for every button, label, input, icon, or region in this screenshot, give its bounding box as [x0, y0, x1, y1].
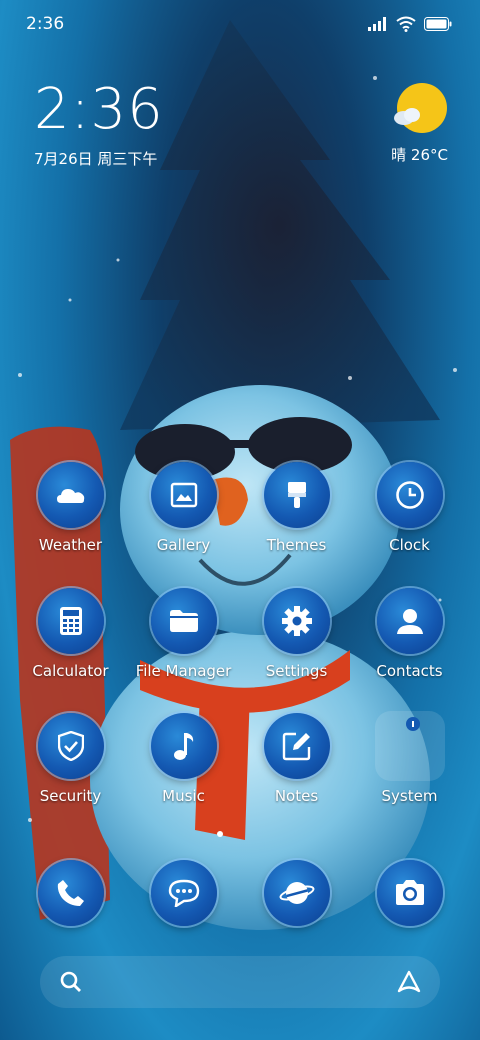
app-label: Gallery	[156, 536, 211, 554]
app-calculator[interactable]: Calculator	[14, 588, 127, 698]
app-contacts[interactable]: Contacts	[353, 588, 466, 698]
app-calculator-icon-bg	[37, 588, 104, 654]
search-icon[interactable]	[60, 971, 82, 993]
app-label: File Manager	[135, 662, 232, 680]
edit-icon	[282, 732, 310, 761]
status-bar: 2:36	[0, 0, 480, 50]
music-note-icon	[173, 733, 193, 760]
dock-camera[interactable]	[353, 860, 466, 930]
person-icon	[396, 609, 423, 634]
app-label: Themes	[266, 536, 327, 554]
app-contacts-icon-bg	[376, 588, 443, 654]
app-label: System	[381, 787, 438, 805]
calculator-icon	[59, 607, 82, 635]
app-security[interactable]: Security	[14, 713, 127, 823]
gear-icon	[281, 606, 312, 636]
folder-box	[374, 711, 445, 781]
app-settings[interactable]: Settings	[240, 588, 353, 698]
wifi-icon	[396, 16, 416, 32]
browser-icon	[279, 882, 314, 904]
gallery-icon	[170, 482, 197, 508]
search-bar[interactable]	[40, 956, 440, 1008]
folder-icon	[169, 610, 198, 632]
status-time: 2:36	[26, 14, 65, 34]
app-notes-icon-bg	[263, 713, 330, 779]
app-label: Weather	[38, 536, 103, 554]
app-gallery-icon-bg	[150, 462, 217, 528]
app-label: Calculator	[32, 662, 109, 680]
app-weather[interactable]: Weather	[14, 462, 127, 572]
app-label: Music	[162, 787, 205, 805]
dock-phone-icon-bg	[37, 860, 104, 926]
app-label: Contacts	[376, 662, 443, 680]
app-gallery[interactable]: Gallery	[127, 462, 240, 572]
battery-icon	[424, 17, 452, 31]
app-music[interactable]: Music	[127, 713, 240, 823]
app-notes[interactable]: Notes	[240, 713, 353, 823]
clock-date: 7月26日 周三下午	[34, 150, 158, 168]
folder-mini-icon	[405, 717, 420, 731]
weather-icon	[56, 489, 84, 503]
camera-icon	[395, 880, 424, 905]
clock-time: 2:36	[34, 77, 164, 142]
app-label: Settings	[265, 662, 328, 680]
app-security-icon-bg	[37, 713, 104, 779]
dock-camera-icon-bg	[376, 860, 443, 926]
app-clock[interactable]: Clock	[353, 462, 466, 572]
weather-text: 晴 26°C	[391, 146, 448, 164]
assistant-icon[interactable]	[396, 969, 422, 995]
signal-icon	[368, 17, 386, 31]
phone-icon	[57, 880, 84, 906]
clock-widget[interactable]: 2:36 7月26日 周三下午	[34, 78, 164, 169]
status-icons	[368, 16, 452, 32]
app-themes[interactable]: Themes	[240, 462, 353, 572]
page-indicator	[217, 831, 223, 837]
dock-messages[interactable]	[127, 860, 240, 930]
dock-browser-icon-bg	[263, 860, 330, 926]
app-file-manager-icon-bg	[150, 588, 217, 654]
sun-cloud-icon	[393, 83, 447, 133]
clock-icon	[395, 481, 424, 509]
weather-widget[interactable]: 晴 26°C	[391, 82, 448, 165]
app-music-icon-bg	[150, 713, 217, 779]
brush-icon	[287, 482, 306, 508]
shield-icon	[57, 731, 84, 761]
dock-phone[interactable]	[14, 860, 127, 930]
app-label: Security	[39, 787, 102, 805]
dock-messages-icon-bg	[150, 860, 217, 926]
folder-system[interactable]: System	[353, 711, 466, 823]
app-clock-icon-bg	[376, 462, 443, 528]
app-file-manager[interactable]: File Manager	[127, 588, 240, 698]
app-label: Notes	[274, 787, 319, 805]
app-label: Clock	[389, 536, 430, 554]
app-settings-icon-bg	[263, 588, 330, 654]
app-themes-icon-bg	[263, 462, 330, 528]
app-weather-icon-bg	[37, 462, 104, 528]
message-icon	[168, 879, 199, 907]
dock-browser[interactable]	[240, 860, 353, 930]
